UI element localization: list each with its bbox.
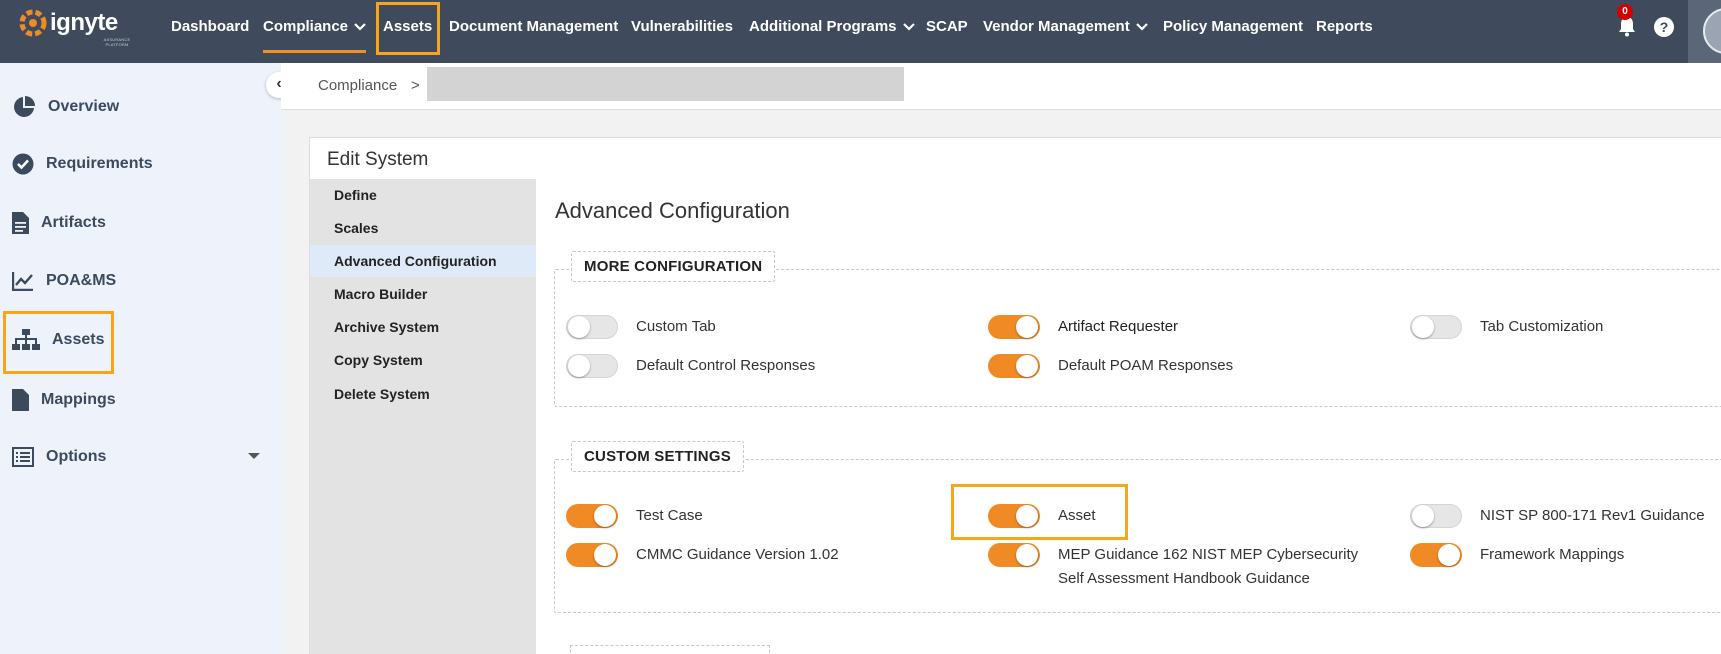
help-icon[interactable]: ?: [1654, 17, 1674, 37]
sidebar-item-mappings[interactable]: Mappings: [12, 389, 116, 411]
subnav-scales[interactable]: Scales: [310, 212, 536, 244]
toggle-label: Framework Mappings: [1480, 546, 1625, 563]
toggle-label: Custom Tab: [636, 318, 716, 335]
section-heading: Advanced Configuration: [555, 198, 790, 223]
nav-compliance-label: Compliance: [263, 18, 349, 35]
highlight-sidebar-assets: [3, 311, 114, 374]
default-control-responses-toggle[interactable]: [566, 354, 618, 378]
chevron-down-icon: [902, 23, 915, 31]
edit-system-panel: Edit System Define Scales Advanced Confi…: [309, 137, 1721, 654]
check-circle-icon: [12, 153, 34, 175]
mep-guidance-toggle[interactable]: [988, 543, 1040, 567]
custom-settings-legend: CUSTOM SETTINGS: [571, 441, 744, 472]
toggle-label: NIST SP 800-171 Rev1 Guidance: [1480, 507, 1705, 524]
caret-down-icon[interactable]: [248, 453, 260, 459]
chevron-down-icon: [1135, 23, 1148, 31]
edit-system-subnav: Define Scales Advanced Configuration Mac…: [310, 179, 536, 654]
toggle-label: Tab Customization: [1480, 318, 1604, 335]
artifact-requester-toggle[interactable]: [988, 315, 1040, 339]
document-icon: [12, 212, 29, 234]
file-icon: [12, 389, 29, 411]
notification-count-badge: 0: [1617, 4, 1633, 20]
subnav-define[interactable]: Define: [310, 179, 536, 211]
sidebar-item-overview[interactable]: Overview: [12, 95, 119, 119]
redacted-system-name: [427, 67, 904, 101]
nist-sp-800-171-rev1-guidance-toggle[interactable]: [1410, 504, 1462, 528]
more-configuration-legend: MORE CONFIGURATION: [571, 251, 776, 282]
toggle-label: MEP Guidance 162 NIST MEP Cybersecurity …: [1058, 546, 1359, 587]
line-chart-icon: [12, 272, 33, 291]
custom-tab-toggle[interactable]: [566, 315, 618, 339]
subnav-macro-builder[interactable]: Macro Builder: [310, 278, 536, 310]
toggle-label: Default POAM Responses: [1058, 357, 1234, 374]
test-case-toggle[interactable]: [566, 504, 618, 528]
nav-vulnerabilities[interactable]: Vulnerabilities: [631, 18, 733, 35]
toggle-label: Test Case: [636, 507, 703, 524]
sidebar-item-label: Requirements: [46, 155, 153, 172]
sidebar-item-requirements[interactable]: Requirements: [12, 153, 153, 175]
toggle-label: Default Control Responses: [636, 357, 816, 374]
toggle-label: CMMC Guidance Version 1.02: [636, 546, 839, 563]
nav-reports[interactable]: Reports: [1316, 18, 1373, 35]
nav-policy-management[interactable]: Policy Management: [1163, 18, 1303, 35]
framework-mappings-toggle[interactable]: [1410, 543, 1462, 567]
nav-dashboard[interactable]: Dashboard: [171, 18, 249, 35]
sidebar-item-options[interactable]: Options: [12, 447, 262, 467]
sidebar-item-label: Overview: [48, 98, 120, 115]
default-poam-responses-toggle[interactable]: [988, 354, 1040, 378]
nav-compliance[interactable]: Compliance: [263, 18, 367, 53]
brand-tagline: ASSURANCE PLATFORM: [103, 37, 131, 47]
sidebar-item-label: Artifacts: [41, 214, 106, 231]
next-group-legend-edge: [570, 645, 770, 654]
subnav-advanced-configuration[interactable]: Advanced Configuration: [310, 245, 536, 277]
tab-customization-toggle[interactable]: [1410, 315, 1462, 339]
toggle-label: Artifact Requester: [1058, 318, 1179, 335]
sidebar-item-label: Options: [46, 448, 107, 465]
list-icon: [12, 447, 34, 467]
sidebar-item-label: POA&MS: [46, 272, 117, 289]
top-navigation-bar: ignyte ASSURANCE PLATFORM Dashboard Comp…: [0, 0, 1721, 63]
nav-additional-programs-label: Additional Programs: [749, 18, 897, 35]
nav-vendor-management-label: Vendor Management: [983, 18, 1130, 35]
subnav-copy-system[interactable]: Copy System: [310, 344, 536, 376]
nav-vendor-management[interactable]: Vendor Management: [983, 18, 1148, 35]
panel-title: Edit System: [327, 149, 429, 170]
sidebar-item-poams[interactable]: POA&MS: [12, 271, 116, 291]
breadcrumb-separator: >: [411, 77, 420, 94]
brand-name: ignyte: [50, 9, 118, 36]
breadcrumb-compliance[interactable]: Compliance: [318, 77, 397, 94]
subnav-archive-system[interactable]: Archive System: [310, 311, 536, 343]
sidebar-item-label: Mappings: [41, 391, 116, 408]
sidebar-item-artifacts[interactable]: Artifacts: [12, 212, 106, 234]
cmmc-guidance-toggle[interactable]: [566, 543, 618, 567]
nav-document-management[interactable]: Document Management: [449, 18, 618, 35]
subnav-delete-system[interactable]: Delete System: [310, 378, 536, 410]
pie-chart-icon: [14, 96, 35, 117]
chevron-down-icon: [354, 23, 366, 31]
highlight-nav-assets: [376, 2, 440, 55]
nav-additional-programs[interactable]: Additional Programs: [749, 18, 915, 35]
ignyte-logo-mark-icon: [19, 9, 47, 37]
highlight-asset-toggle: [951, 484, 1128, 540]
ignyte-logo[interactable]: ignyte: [18, 8, 118, 38]
nav-scap[interactable]: SCAP: [926, 18, 968, 35]
